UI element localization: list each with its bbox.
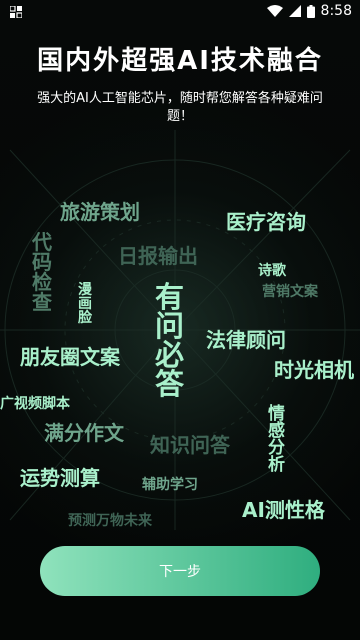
word-legal[interactable]: 法律顾问 [206, 330, 286, 350]
battery-icon [306, 4, 315, 18]
word-poetry[interactable]: 诗歌 [258, 264, 286, 278]
word-full-score[interactable]: 满分作文 [44, 423, 124, 443]
word-comic-face[interactable]: 漫画脸 [78, 283, 92, 325]
next-step-button[interactable]: 下一步 [40, 546, 320, 596]
signal-icon [288, 5, 301, 17]
word-study[interactable]: 辅助学习 [142, 478, 198, 492]
word-center-answer[interactable]: 有问必答 [155, 283, 184, 399]
word-ai-personality[interactable]: AI测性格 [242, 500, 325, 520]
word-medical[interactable]: 医疗咨询 [226, 212, 306, 232]
clock: 8:58 [320, 3, 352, 19]
word-moments[interactable]: 朋友圈文案 [20, 347, 120, 367]
status-bar: 8:58 [0, 0, 360, 24]
word-ad-video[interactable]: 广视频脚本 [0, 397, 70, 411]
word-time-album[interactable]: 时光相机 [274, 360, 354, 380]
word-predict[interactable]: 预测万物未来 [68, 514, 152, 528]
wifi-icon [266, 5, 283, 17]
app-notification-icon [10, 6, 22, 18]
word-code-check[interactable]: 代码检查 [32, 232, 52, 312]
word-travel[interactable]: 旅游策划 [60, 202, 140, 222]
word-fortune[interactable]: 运势测算 [20, 468, 100, 488]
word-knowledge[interactable]: 知识问答 [150, 435, 230, 455]
page-subtitle: 强大的AI人工智能芯片，随时帮您解答各种疑难问题！ [37, 91, 323, 124]
word-feeling[interactable]: 情感分析 [268, 406, 285, 474]
word-marketing[interactable]: 营销文案 [262, 285, 318, 299]
page-title: 国内外超强AI技术融合 [37, 46, 323, 76]
word-daily-report[interactable]: 日报输出 [118, 246, 198, 266]
